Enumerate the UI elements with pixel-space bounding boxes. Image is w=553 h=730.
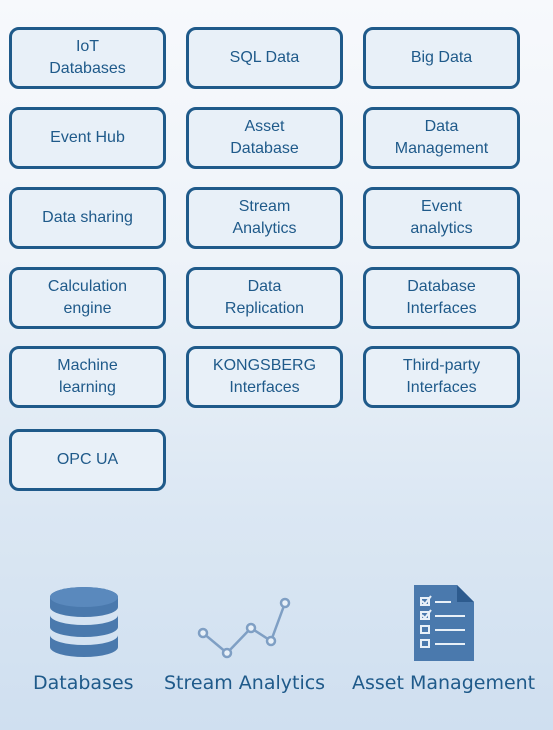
- tile-data-sharing: Data sharing: [9, 187, 166, 249]
- tile-data-management: Data Management: [363, 107, 520, 169]
- tile-asset-database: Asset Database: [186, 107, 343, 169]
- database-icon: [50, 587, 118, 657]
- tile-iot-databases: IoT Databases: [9, 27, 166, 89]
- checklist-document-icon: [414, 585, 474, 661]
- tile-event-hub: Event Hub: [9, 107, 166, 169]
- tile-sql-data: SQL Data: [186, 27, 343, 89]
- tile-event-analytics: Event analytics: [363, 187, 520, 249]
- tile-big-data: Big Data: [363, 27, 520, 89]
- tile-kongsberg-interfaces: KONGSBERG Interfaces: [186, 346, 343, 408]
- tile-data-replication: Data Replication: [186, 267, 343, 329]
- tile-machine-learning: Machine learning: [9, 346, 166, 408]
- tile-calculation-engine: Calculation engine: [9, 267, 166, 329]
- tile-opc-ua: OPC UA: [9, 429, 166, 491]
- tile-stream-analytics: Stream Analytics: [186, 187, 343, 249]
- line-chart-icon: [197, 597, 291, 659]
- caption-asset-management: Asset Management: [352, 672, 536, 694]
- caption-stream-analytics: Stream Analytics: [164, 672, 326, 694]
- tile-third-party-interfaces: Third-party Interfaces: [363, 346, 520, 408]
- caption-databases: Databases: [33, 672, 134, 694]
- tile-database-interfaces: Database Interfaces: [363, 267, 520, 329]
